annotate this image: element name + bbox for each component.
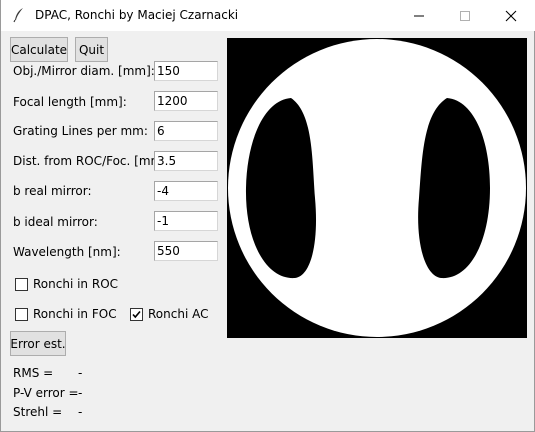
grating-lines-field[interactable]: 6 <box>154 121 218 141</box>
ronchigram-canvas <box>227 38 527 338</box>
calculate-button[interactable]: Calculate <box>10 37 68 62</box>
b-ideal-field[interactable]: -1 <box>154 211 218 231</box>
minimize-button[interactable] <box>396 0 442 31</box>
b-real-field[interactable]: -4 <box>154 181 218 201</box>
focal-length-field[interactable]: 1200 <box>154 91 218 111</box>
title-bar: DPAC, Ronchi by Maciej Czarnacki <box>1 0 535 31</box>
ronchi-roc-checkbox[interactable] <box>15 278 28 291</box>
rms-label: RMS = <box>13 366 54 380</box>
ronchi-ac-label: Ronchi AC <box>148 307 209 321</box>
ronchigram-pattern <box>227 38 527 338</box>
wavelength-field[interactable]: 550 <box>154 241 218 261</box>
b-real-label: b real mirror: <box>13 184 92 198</box>
obj-diameter-label: Obj./Mirror diam. [mm]: <box>13 64 155 78</box>
ronchi-roc-label: Ronchi in ROC <box>33 277 119 291</box>
ronchi-foc-checkbox[interactable] <box>15 308 28 321</box>
grating-lines-label: Grating Lines per mm: <box>13 124 148 138</box>
maximize-button[interactable] <box>442 0 488 31</box>
focal-length-label: Focal length [mm]: <box>13 95 127 109</box>
b-ideal-label: b ideal mirror: <box>13 215 98 229</box>
error-estimate-button[interactable]: Error est. <box>10 331 66 356</box>
strehl-value: - <box>78 405 83 419</box>
pv-error-value: - <box>78 386 83 400</box>
ronchi-foc-label: Ronchi in FOC <box>33 307 117 321</box>
strehl-label: Strehl = <box>13 405 63 419</box>
pv-error-label: P-V error = <box>13 386 79 400</box>
wavelength-label: Wavelength [nm]: <box>13 245 121 259</box>
distance-label: Dist. from ROC/Foc. [mm]: <box>13 154 171 168</box>
rms-value: - <box>78 366 83 380</box>
quit-button[interactable]: Quit <box>75 37 108 62</box>
feather-icon <box>11 7 27 23</box>
checkmark-icon <box>132 310 141 319</box>
app-window: DPAC, Ronchi by Maciej Czarnacki Calcula… <box>0 0 535 432</box>
distance-field[interactable]: 3.5 <box>154 151 218 171</box>
obj-diameter-field[interactable]: 150 <box>154 61 218 81</box>
window-title: DPAC, Ronchi by Maciej Czarnacki <box>35 8 239 22</box>
maximize-icon <box>460 10 470 21</box>
close-icon <box>505 10 517 21</box>
minimize-icon <box>414 15 424 16</box>
close-button[interactable] <box>488 0 534 31</box>
ronchi-ac-checkbox[interactable] <box>130 308 143 321</box>
